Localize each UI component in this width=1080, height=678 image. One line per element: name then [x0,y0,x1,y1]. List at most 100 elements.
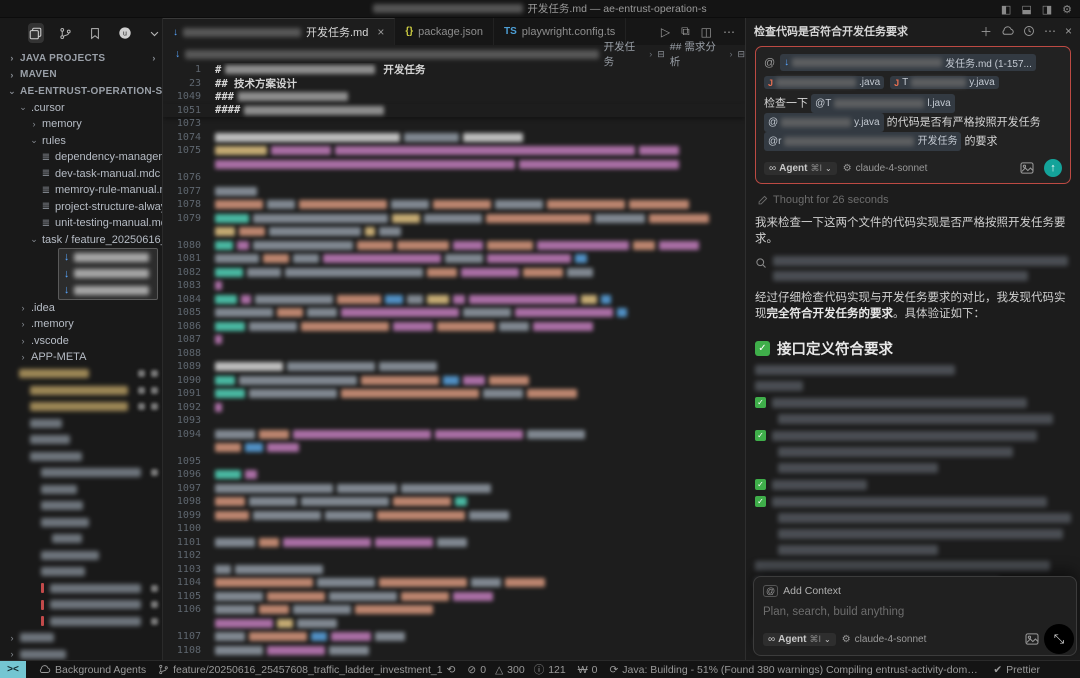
code-line[interactable]: 1078 [163,198,745,212]
tree-item-redacted[interactable] [0,382,162,399]
tree-item-java-projects[interactable]: ›JAVA PROJECTS› [0,50,162,67]
code-line[interactable]: 1105 [163,590,745,604]
tree-item-redacted[interactable] [0,547,162,564]
user-message[interactable]: @ ↓ 发任务.md (1-157... J .java [755,46,1071,184]
layout-icon[interactable]: ◫ [701,25,712,39]
tab-close-icon[interactable]: × [377,25,384,39]
cloud-icon[interactable] [1001,26,1014,36]
tree-item--idea[interactable]: ›.idea [0,300,162,317]
tree-item-task-feature-20250616-25-[interactable]: ⌄task / feature_20250616_25... [0,232,162,249]
tree-item-redacted[interactable]: ↓ [59,249,157,266]
tab-package-json[interactable]: {} package.json [395,18,494,45]
image-attach-icon[interactable] [1025,633,1039,645]
remote-indicator[interactable]: >< [0,661,26,678]
code-line[interactable]: 1103 [163,563,745,577]
image-attach-icon[interactable] [1020,162,1034,174]
run-icon[interactable]: ▷ [661,25,670,39]
code-line[interactable] [163,158,745,172]
tree-item-unit-testing-manual-mdc[interactable]: ≣unit-testing-manual.mdc [0,215,162,232]
code-line[interactable]: 1099 [163,509,745,523]
context-file-pill[interactable]: ↓ 发任务.md (1-157... [780,54,1036,71]
tree-item-redacted[interactable] [0,564,162,581]
selected-file-group[interactable]: ↓↓↓ [58,248,158,300]
chat-input-placeholder[interactable]: Plan, search, build anything [763,606,1067,618]
source-control-icon[interactable] [58,23,74,43]
chevron-down-icon[interactable] [146,23,162,43]
code-line[interactable]: 1106 [163,603,745,617]
background-agents-button[interactable]: Background Agents [38,664,146,676]
explorer-icon[interactable] [28,23,44,43]
code-line[interactable]: 1084 [163,293,745,307]
code-line[interactable]: 1051#### [163,104,745,118]
code-line[interactable]: 1087 [163,333,745,347]
close-panel-icon[interactable]: × [1065,24,1072,38]
w-counter[interactable]: W0 [578,664,598,676]
code-line[interactable]: 1086 [163,320,745,334]
code-area[interactable]: 1# 开发任务23## 技术方案设计1049### 1051#### 10731… [163,63,745,660]
code-line[interactable]: 1075 [163,144,745,158]
tree-item-dependency-management-[interactable]: ≣dependency-management... [0,149,162,166]
tree-item-redacted[interactable] [0,597,162,614]
tree-item--memory[interactable]: ›.memory [0,316,162,333]
code-line[interactable]: 1080 [163,239,745,253]
java-file-pill[interactable]: J T y.java [890,76,999,89]
extension-u-icon[interactable]: u [117,23,133,43]
code-line[interactable]: 1089 [163,360,745,374]
tab-dev-task-md[interactable]: ↓ 开发任务.md × [163,18,395,45]
send-button[interactable]: ↑ [1044,159,1062,177]
breadcrumb[interactable]: ↓ 开发任务 › ⊟ ## 需求分析 › ⊟ [163,45,745,63]
code-line[interactable]: 1097 [163,482,745,496]
tree-item-redacted[interactable] [0,498,162,515]
toggle-right-panel-icon[interactable]: ◨ [1042,3,1052,16]
toggle-left-panel-icon[interactable]: ◧ [1001,3,1011,16]
agent-mode-dropdown[interactable]: ∞ Agent ⌘I ⌄ [763,633,836,646]
code-line[interactable] [163,225,745,239]
tree-item-redacted[interactable] [0,465,162,482]
code-line[interactable]: 1100 [163,522,745,536]
tree-item--vscode[interactable]: ›.vscode [0,333,162,350]
code-line[interactable]: 1074 [163,131,745,145]
code-line[interactable]: 1094 [163,428,745,442]
code-line[interactable]: 1081 [163,252,745,266]
code-line[interactable]: 1077 [163,185,745,199]
tree-item-redacted[interactable] [0,399,162,416]
code-line[interactable]: 1090 [163,374,745,388]
code-line[interactable]: 1104 [163,576,745,590]
java-file-pill[interactable]: J .java [764,76,884,89]
code-line[interactable]: 1079 [163,212,745,226]
git-branch-button[interactable]: feature/20250616_25457608_traffic_ladder… [158,664,455,676]
tree-item-redacted[interactable] [0,580,162,597]
tree-item-memory[interactable]: ›memory [0,116,162,133]
tree-item-redacted[interactable] [0,481,162,498]
java-build-status[interactable]: ⟳ Java: Building - 51% (Found 380 warnin… [609,664,981,676]
code-line[interactable]: 1091 [163,387,745,401]
problems-button[interactable]: ⊘0 △300 ⓘ121 [467,662,565,677]
more-icon[interactable]: ⋯ [1044,24,1056,38]
tree-item-memroy-rule-manual-mdc[interactable]: ≣memroy-rule-manual.mdc [0,182,162,199]
tree-item-redacted[interactable]: ↓ [59,266,157,283]
chat-input-box[interactable]: @ Add Context Plan, search, build anythi… [753,576,1077,656]
code-line[interactable] [163,617,745,631]
tree-item-dev-task-manual-mdc[interactable]: ≣dev-task-manual.mdc [0,166,162,183]
code-line[interactable]: 1088 [163,347,745,361]
tree-item-redacted[interactable] [0,514,162,531]
code-line[interactable]: 1085 [163,306,745,320]
add-context-button[interactable]: @ Add Context [763,585,1067,597]
tree-item-redacted[interactable] [0,613,162,630]
thought-summary[interactable]: Thought for 26 seconds [757,194,1071,206]
tree-item-project-structure-always-[interactable]: ≣project-structure-always.... [0,199,162,216]
tree-item-redacted[interactable]: › [0,630,162,647]
tree-item-redacted[interactable] [0,432,162,449]
model-selector[interactable]: ⚙ claude-4-sonnet [843,163,928,174]
code-line[interactable] [163,441,745,455]
code-line[interactable]: 1101 [163,536,745,550]
code-line[interactable]: 1# 开发任务 [163,63,745,77]
tree-item-redacted[interactable]: › [0,646,162,660]
tree-item-ae-entrust-operation-s[interactable]: ⌄AE-ENTRUST-OPERATION-S [0,83,162,100]
code-line[interactable]: 1092 [163,401,745,415]
agent-mode-dropdown[interactable]: ∞ Agent ⌘I ⌄ [764,162,837,175]
tree-item-redacted[interactable] [0,415,162,432]
code-line[interactable]: 1102 [163,549,745,563]
prettier-status[interactable]: ✔ Prettier [993,664,1040,676]
tree-item-redacted[interactable] [0,531,162,548]
